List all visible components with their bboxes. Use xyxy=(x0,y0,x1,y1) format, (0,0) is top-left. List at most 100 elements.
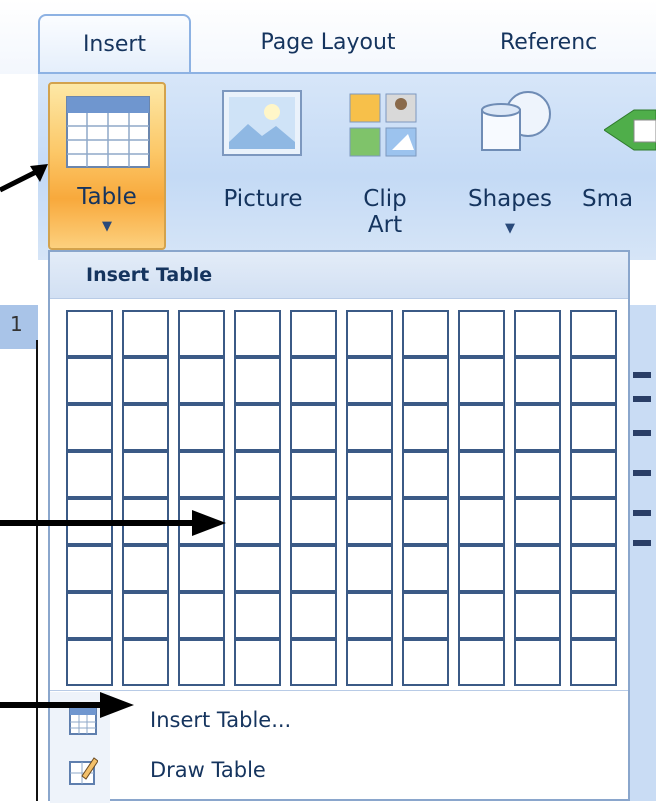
clip-art-button[interactable]: Clip Art xyxy=(340,86,430,238)
grid-cell[interactable] xyxy=(514,451,561,498)
grid-cell[interactable] xyxy=(122,357,169,404)
grid-cell[interactable] xyxy=(570,498,617,545)
grid-cell[interactable] xyxy=(178,404,225,451)
grid-cell[interactable] xyxy=(122,451,169,498)
shapes-button-label: Shapes xyxy=(467,186,552,212)
annotation-arrow xyxy=(0,164,48,193)
grid-cell[interactable] xyxy=(402,592,449,639)
grid-cell[interactable] xyxy=(514,592,561,639)
grid-cell[interactable] xyxy=(66,451,113,498)
grid-cell[interactable] xyxy=(402,451,449,498)
grid-cell[interactable] xyxy=(122,639,169,686)
grid-cell[interactable] xyxy=(402,404,449,451)
grid-cell[interactable] xyxy=(570,451,617,498)
grid-cell[interactable] xyxy=(234,310,281,357)
grid-cell[interactable] xyxy=(514,639,561,686)
tab-references[interactable]: Referenc xyxy=(500,18,656,68)
grid-cell[interactable] xyxy=(290,310,337,357)
grid-cell[interactable] xyxy=(178,310,225,357)
grid-cell[interactable] xyxy=(570,404,617,451)
grid-cell[interactable] xyxy=(570,639,617,686)
picture-button-label: Picture xyxy=(223,186,303,212)
grid-cell[interactable] xyxy=(514,498,561,545)
grid-cell[interactable] xyxy=(178,592,225,639)
grid-cell[interactable] xyxy=(514,404,561,451)
grid-cell[interactable] xyxy=(514,357,561,404)
grid-cell[interactable] xyxy=(346,592,393,639)
grid-cell[interactable] xyxy=(122,545,169,592)
grid-cell[interactable] xyxy=(346,404,393,451)
grid-cell[interactable] xyxy=(458,404,505,451)
grid-cell[interactable] xyxy=(290,498,337,545)
grid-cell[interactable] xyxy=(458,592,505,639)
grid-cell[interactable] xyxy=(346,498,393,545)
insert-table-menu-item[interactable]: Insert Table... xyxy=(62,698,622,746)
grid-cell[interactable] xyxy=(66,545,113,592)
smartart-icon xyxy=(604,109,656,151)
grid-cell[interactable] xyxy=(346,357,393,404)
draw-table-icon xyxy=(69,757,98,785)
grid-cell[interactable] xyxy=(570,357,617,404)
draw-table-menu-item[interactable]: Draw Table xyxy=(62,748,622,796)
page-marker xyxy=(633,510,651,516)
grid-cell[interactable] xyxy=(234,639,281,686)
grid-cell[interactable] xyxy=(290,592,337,639)
grid-cell[interactable] xyxy=(402,310,449,357)
grid-cell[interactable] xyxy=(346,451,393,498)
grid-cell[interactable] xyxy=(122,404,169,451)
grid-cell[interactable] xyxy=(290,639,337,686)
grid-cell[interactable] xyxy=(66,357,113,404)
grid-cell[interactable] xyxy=(66,639,113,686)
grid-cell[interactable] xyxy=(66,404,113,451)
smartart-button[interactable]: Sma xyxy=(582,86,656,236)
grid-cell[interactable] xyxy=(570,545,617,592)
grid-cell[interactable] xyxy=(178,639,225,686)
grid-cell[interactable] xyxy=(234,498,281,545)
grid-cell[interactable] xyxy=(290,357,337,404)
table-button-label: Table xyxy=(77,184,137,210)
picture-button[interactable]: Picture xyxy=(210,86,316,236)
page-marker xyxy=(633,540,651,546)
grid-cell[interactable] xyxy=(346,639,393,686)
grid-cell[interactable] xyxy=(122,592,169,639)
grid-cell[interactable] xyxy=(402,357,449,404)
grid-cell[interactable] xyxy=(458,357,505,404)
grid-cell[interactable] xyxy=(234,404,281,451)
grid-cell[interactable] xyxy=(66,592,113,639)
grid-cell[interactable] xyxy=(402,498,449,545)
grid-cell[interactable] xyxy=(402,639,449,686)
grid-cell[interactable] xyxy=(290,451,337,498)
page-marker xyxy=(633,396,651,402)
tab-page-layout[interactable]: Page Layout xyxy=(228,18,428,68)
grid-cell[interactable] xyxy=(234,357,281,404)
grid-cell[interactable] xyxy=(234,592,281,639)
grid-cell[interactable] xyxy=(458,545,505,592)
grid-cell[interactable] xyxy=(458,639,505,686)
grid-cell[interactable] xyxy=(346,545,393,592)
shapes-button[interactable]: Shapes ▼ xyxy=(452,86,568,236)
annotation-arrow xyxy=(0,692,134,718)
grid-cell[interactable] xyxy=(346,310,393,357)
grid-cell[interactable] xyxy=(66,310,113,357)
grid-cell[interactable] xyxy=(178,357,225,404)
grid-cell[interactable] xyxy=(178,451,225,498)
grid-cell[interactable] xyxy=(290,545,337,592)
grid-cell[interactable] xyxy=(122,310,169,357)
grid-cell[interactable] xyxy=(570,310,617,357)
grid-cell[interactable] xyxy=(514,310,561,357)
table-button[interactable]: Table ▼ xyxy=(48,82,166,250)
grid-cell[interactable] xyxy=(402,545,449,592)
grid-cell[interactable] xyxy=(234,451,281,498)
tab-insert[interactable]: Insert xyxy=(38,14,191,74)
grid-cell[interactable] xyxy=(234,545,281,592)
clip-art-label-line2: Art xyxy=(367,212,403,238)
draw-table-label: Draw Table xyxy=(150,758,266,782)
grid-cell[interactable] xyxy=(178,545,225,592)
grid-cell[interactable] xyxy=(458,310,505,357)
grid-cell[interactable] xyxy=(458,498,505,545)
shapes-icon xyxy=(481,91,551,151)
grid-cell[interactable] xyxy=(290,404,337,451)
grid-cell[interactable] xyxy=(458,451,505,498)
grid-cell[interactable] xyxy=(514,545,561,592)
grid-cell[interactable] xyxy=(570,592,617,639)
